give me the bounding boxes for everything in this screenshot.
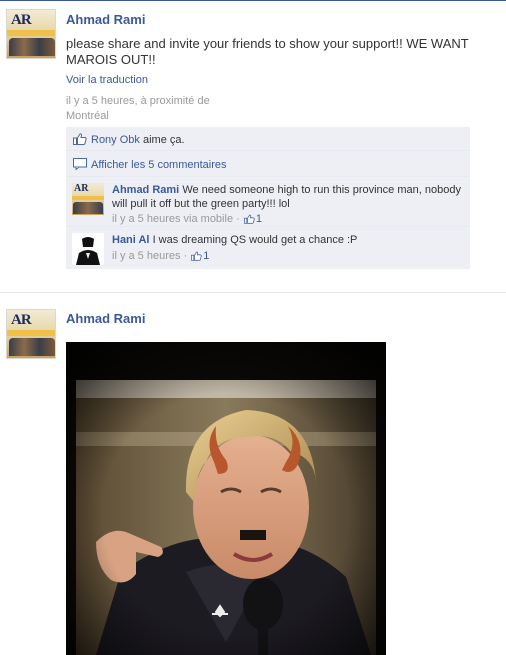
post-photo[interactable] — [66, 342, 386, 655]
top-border — [0, 0, 506, 1]
comment-timestamp[interactable]: il y a 5 heures via mobile — [112, 213, 233, 225]
author-avatar[interactable]: AR — [6, 9, 56, 59]
comment-like-count[interactable]: 1 — [256, 213, 262, 225]
feedback-box: Rony Obk aime ça. Afficher les 5 comment… — [66, 127, 470, 269]
like-sentence: Rony Obk aime ça. — [66, 127, 470, 151]
like-text: aime ça. — [142, 134, 185, 146]
commenter-name[interactable]: Ahmad Rami — [112, 184, 179, 196]
author-avatar[interactable]: AR — [6, 309, 56, 359]
comment-icon — [73, 158, 87, 170]
comment-like-count[interactable]: 1 — [203, 250, 209, 262]
thumbs-up-icon — [73, 133, 87, 145]
post-timestamp[interactable]: il y a 5 heures, à proximité de Montréal — [66, 94, 246, 124]
like-icon — [191, 251, 202, 261]
comment-item: AR Ahmad Rami We need someone high to ru… — [66, 177, 470, 227]
commenter-name[interactable]: Hani Al — [112, 234, 150, 246]
commenter-avatar[interactable]: AR — [72, 183, 104, 215]
commenter-avatar[interactable] — [72, 233, 104, 265]
avatar-logo-text: AR — [11, 312, 32, 328]
post-message: please share and invite your friends to … — [66, 36, 469, 67]
avatar-logo-text: AR — [11, 12, 32, 28]
show-comments-link[interactable]: Afficher les 5 commentaires — [91, 159, 227, 171]
comment-timestamp[interactable]: il y a 5 heures — [112, 250, 180, 262]
avatar-logo-text-small: AR — [74, 183, 89, 194]
comment-text: I was dreaming QS would get a chance :P — [152, 234, 358, 246]
see-translation-link[interactable]: Voir la traduction — [66, 74, 148, 86]
like-icon — [243, 214, 255, 224]
comment-item: Hani Al I was dreaming QS would get a ch… — [66, 227, 470, 269]
post-author-name[interactable]: Ahmad Rami — [66, 311, 145, 326]
post-divider — [0, 292, 506, 293]
liker-name[interactable]: Rony Obk — [91, 134, 140, 146]
show-comments-row[interactable]: Afficher les 5 commentaires — [66, 151, 470, 177]
post-author-name[interactable]: Ahmad Rami — [66, 12, 145, 27]
